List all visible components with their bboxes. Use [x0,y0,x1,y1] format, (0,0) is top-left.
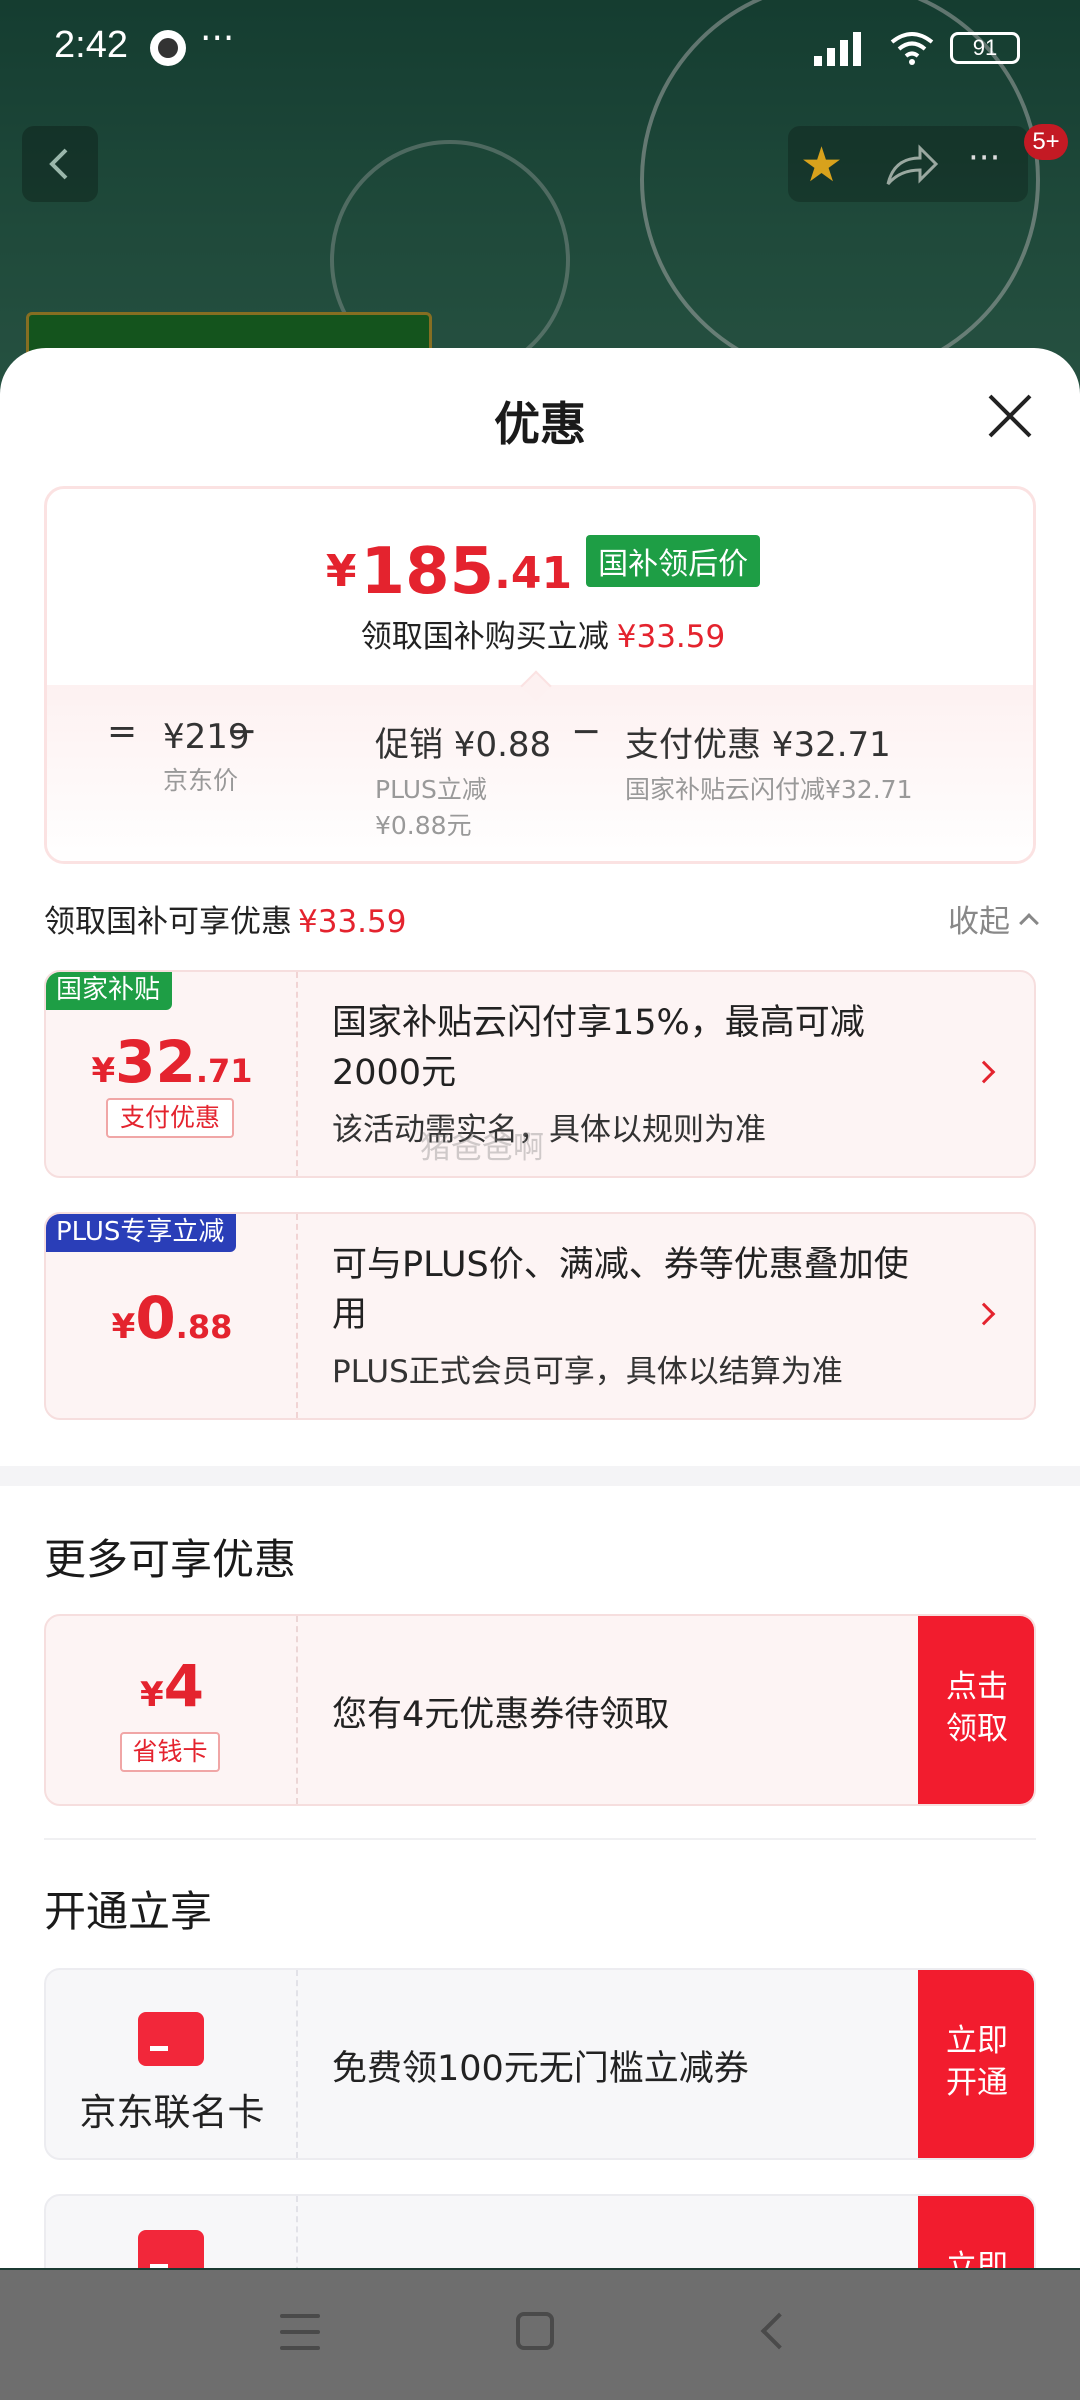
offer-tag: PLUS专享立减 [46,1214,237,1252]
clock-icon [150,30,186,66]
final-price: ¥ 185 .41 国补领后价 [47,535,1033,609]
collapse-button[interactable]: 收起 [948,896,1039,941]
summary-row: 领取国补可享优惠 ¥33.59 收起 [44,896,1039,946]
base-price-label: 京东价 [163,766,239,795]
summary-label: 领取国补可享优惠 ¥33.59 [44,904,407,940]
product-top-nav: ★ ··· 5+ [0,120,1080,210]
promo-detail: PLUS立减 ¥0.88元 [375,775,487,840]
open-section-title: 开通立享 [44,1887,213,1936]
price-currency: ¥ [325,546,357,597]
card-icon [138,2012,204,2066]
joint-card-offer[interactable]: 京东联名卡 免费领100元无门槛立减券 立即 开通 [44,1968,1036,2160]
coupon-card[interactable]: ¥4 省钱卡 您有4元优惠券待领取 点击 领取 [44,1614,1036,1806]
back-button[interactable] [22,126,98,202]
partial-offer-card[interactable]: 立即 [44,2194,1036,2268]
signal-icon [814,30,874,66]
partial-open-button[interactable]: 立即 [918,2196,1034,2268]
status-dots: ··· [200,18,235,59]
payment-value: 支付优惠 ¥32.71 [625,725,891,765]
price-sub-label: 领取国补购买立减 [360,619,609,655]
watermark: 猪爸爸啊 [420,1130,544,1166]
section-divider [0,1466,1080,1486]
price-decimal: .41 [494,548,573,599]
coupon-text: 您有4元优惠券待领取 [332,1695,670,1735]
star-icon[interactable]: ★ [800,140,850,190]
status-bar: 2:42 ··· 91 [0,0,1080,100]
offer-desc: PLUS正式会员可享，具体以结算为准 [332,1354,843,1390]
menu-icon[interactable] [280,2314,320,2350]
card-offer-text: 免费领100元无门槛立减券 [332,2049,749,2089]
status-time: 2:42 [54,24,128,66]
price-card: ¥ 185 .41 国补领后价 领取国补购买立减 ¥33.59 = ¥219 京东… [44,486,1036,864]
payment-detail: 国家补贴云闪付减¥32.71 [625,775,913,804]
price-subtitle: 领取国补购买立减 ¥33.59 [47,611,1033,656]
wifi-icon [890,32,934,65]
offer-card-plus[interactable]: PLUS专享立减 ¥0.88 可与PLUS价、满减、券等优惠叠加使用 PLUS正… [44,1212,1036,1420]
payment-discount: 支付优惠 ¥32.71 国家补贴云闪付减¥32.71 [625,717,912,808]
open-card-button[interactable]: 立即 开通 [918,1970,1034,2158]
discount-sheet: 优惠 ¥ 185 .41 国补领后价 领取国补购买立减 ¥33.59 = ¥219… [0,348,1080,2268]
chevron-right-icon [972,1060,996,1084]
battery-icon: 91 [950,32,1020,64]
offer-sub-tag: 支付优惠 [106,1098,234,1138]
notification-badge: 5+ [1024,124,1068,160]
coupon-sub-tag: 省钱卡 [120,1732,220,1772]
offer-title: 国家补贴云闪付享15%，最高可减2000元 [332,1003,865,1093]
offer-title: 可与PLUS价、满减、券等优惠叠加使用 [332,1245,909,1335]
system-nav-bar [0,2270,1080,2400]
offer-value: ¥0.88 [111,1284,233,1352]
promo-value: 促销 ¥0.88 [375,725,552,765]
equals-sign: = [107,711,138,752]
close-icon[interactable] [984,390,1036,442]
chevron-right-icon [972,1302,996,1326]
price-tag: 国补领后价 [586,535,761,587]
minus-sign-2: − [571,711,602,752]
offer-tag: 国家补贴 [46,972,173,1010]
minus-sign: − [227,711,258,752]
more-offers-title: 更多可享优惠 [44,1535,297,1584]
back-nav-icon[interactable] [760,2312,798,2350]
back-icon [49,148,68,180]
card-name: 京东联名卡 [79,2091,265,2134]
summary-amount: ¥33.59 [298,904,407,940]
promo-discount: 促销 ¥0.88 PLUS立减 ¥0.88元 [375,717,551,844]
more-icon[interactable]: ··· [968,138,1000,178]
price-sub-amount: ¥33.59 [616,619,726,655]
price-integer: 185 [360,535,495,609]
sheet-title: 优惠 [494,397,586,451]
home-icon[interactable] [516,2312,554,2350]
card-icon [138,2230,204,2268]
share-icon[interactable] [880,140,940,190]
coupon-value: ¥4 [139,1652,205,1720]
offer-value: ¥32.71 [91,1028,253,1096]
chevron-up-icon [1019,913,1039,933]
claim-coupon-button[interactable]: 点击 领取 [918,1616,1034,1804]
